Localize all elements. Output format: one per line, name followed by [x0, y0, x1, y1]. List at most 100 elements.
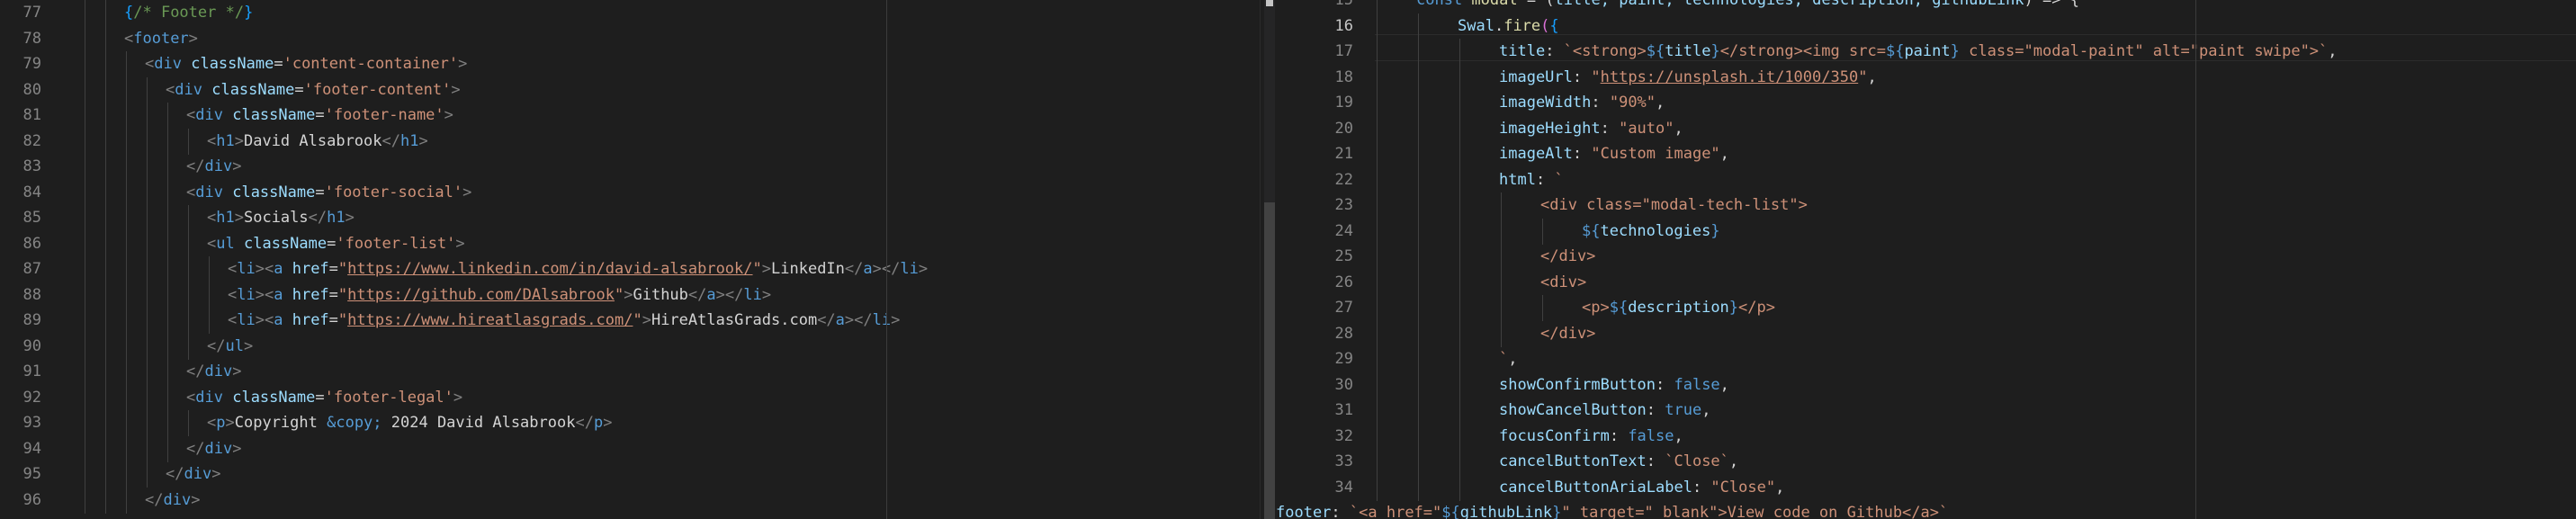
- code-token: Swal: [1458, 16, 1494, 35]
- code-token: ul: [225, 336, 244, 355]
- code-token: https://www.linkedin.com/in/david-alsabr…: [347, 260, 753, 278]
- code-line[interactable]: imageUrl: "https://unsplash.it/1000/350"…: [1499, 65, 1877, 90]
- code-line[interactable]: <div className='footer-social'>: [186, 180, 471, 205]
- code-line[interactable]: </ul>: [207, 334, 253, 359]
- indent-guide: [1459, 320, 1460, 347]
- indent-guide: [126, 103, 127, 129]
- code-line[interactable]: <h1>David Alsabrook</h1>: [207, 129, 428, 154]
- code-line[interactable]: ${technologies}: [1582, 219, 1720, 244]
- code-token: true: [1665, 401, 1702, 419]
- indent-guide: [147, 103, 148, 129]
- code-line[interactable]: {/* Footer */}: [124, 0, 253, 25]
- code-line[interactable]: `,: [1499, 346, 1518, 371]
- code-line[interactable]: <div class="modal-tech-list">: [1540, 192, 1808, 218]
- code-token: `Close`: [1665, 452, 1729, 470]
- code-line[interactable]: <li><a href="https://www.hireatlasgrads.…: [228, 308, 900, 333]
- code-line[interactable]: </div>: [1540, 244, 1595, 269]
- code-token: ,: [1674, 119, 1683, 138]
- editor-split-sash[interactable]: [1260, 0, 1277, 519]
- code-line[interactable]: <p>Copyright &copy; 2024 David Alsabrook…: [207, 410, 612, 435]
- left-scrollbar-thumb[interactable]: [1264, 202, 1275, 519]
- indent-guide: [209, 308, 210, 334]
- scroll-position-marker: [1266, 0, 1273, 6]
- code-token: a: [706, 285, 716, 304]
- code-line[interactable]: <p>${description}</p>: [1582, 295, 1775, 320]
- indent-guide: [1377, 218, 1378, 245]
- code-line[interactable]: imageWidth: "90%",: [1499, 90, 1665, 115]
- code-line[interactable]: title: `<strong>${title}</strong><img sr…: [1499, 39, 2338, 64]
- code-line[interactable]: <li><a href="https://www.linkedin.com/in…: [228, 256, 928, 282]
- indent-guide: [1418, 115, 1419, 142]
- indent-guide: [126, 410, 127, 436]
- code-line[interactable]: <ul className='footer-list'>: [207, 231, 465, 256]
- code-token: 'footer-content': [303, 80, 452, 99]
- code-token: div: [184, 465, 212, 483]
- code-line[interactable]: <div className='footer-content'>: [166, 77, 461, 103]
- indent-guide: [126, 230, 127, 257]
- code-token: a: [863, 260, 873, 278]
- code-line[interactable]: </div>: [166, 461, 220, 487]
- code-line[interactable]: </div>: [186, 436, 241, 461]
- code-line[interactable]: <li><a href="https://github.com/DAlsabro…: [228, 282, 771, 308]
- line-number: 26: [1334, 273, 1353, 291]
- right-editor-pane[interactable]: 15 16 17 18 19 20 21 22 23 24 25 26 27 28 29 30 31 32 33 34…: [1276, 0, 2576, 519]
- code-line[interactable]: cancelButtonAriaLabel: "Close",: [1499, 475, 1784, 500]
- line-number: 19: [1334, 94, 1353, 112]
- code-line[interactable]: <h1>Socials</h1>: [207, 205, 355, 230]
- code-line[interactable]: showCancelButton: true,: [1499, 398, 1710, 423]
- left-editor-pane[interactable]: 77 78 79 80 81 82 83 84 85 86 87 88 89 90 91 92 93 94 95 96…: [0, 0, 1260, 519]
- code-token: >: [234, 209, 244, 227]
- code-token: cancelButtonText: [1499, 452, 1647, 470]
- code-token: cancelButtonAriaLabel: [1499, 478, 1692, 497]
- code-token: title, paint, technologies, description,…: [1554, 0, 2024, 9]
- indent-guide: [126, 154, 127, 180]
- indent-guide: [188, 282, 189, 309]
- indent-guide: [1377, 192, 1378, 219]
- code-token: <: [186, 183, 196, 201]
- code-line[interactable]: </div>: [186, 359, 241, 384]
- code-token: ${: [1441, 504, 1460, 519]
- code-token: div: [204, 157, 233, 175]
- code-line[interactable]: <footer>: [124, 26, 198, 51]
- code-line[interactable]: cancelButtonText: `Close`,: [1499, 449, 1738, 474]
- indent-guide: [1418, 90, 1419, 116]
- code-line[interactable]: imageHeight: "auto",: [1499, 116, 1683, 141]
- code-token: </div>: [1540, 247, 1596, 265]
- indent-guide: [209, 282, 210, 309]
- code-token: https://github.com/DAlsabrook: [347, 285, 615, 304]
- code-token: </: [186, 362, 205, 380]
- code-line[interactable]: showConfirmButton: false,: [1499, 372, 1729, 398]
- code-line[interactable]: <div>: [1540, 270, 1586, 295]
- code-line[interactable]: </div>: [1540, 321, 1595, 346]
- code-line[interactable]: focusConfirm: false,: [1499, 424, 1683, 449]
- code-token: .: [1494, 16, 1504, 35]
- code-line[interactable]: imageAlt: "Custom image",: [1499, 141, 1729, 166]
- code-token: 'content-container': [283, 55, 459, 73]
- indent-guide: [1377, 0, 1378, 13]
- code-line[interactable]: html: `: [1499, 167, 1564, 192]
- code-token: <: [207, 234, 217, 253]
- code-line[interactable]: <div className='footer-name'>: [186, 103, 453, 128]
- indent-guide: [105, 308, 106, 334]
- code-token: =: [328, 285, 338, 304]
- indent-guide: [1459, 141, 1460, 167]
- code-line[interactable]: Swal.fire({: [1458, 13, 1559, 39]
- line-number: 31: [1334, 401, 1353, 419]
- code-token: >: [761, 260, 772, 278]
- indent-guide: [1418, 423, 1419, 450]
- line-number: 83: [22, 157, 41, 175]
- code-line[interactable]: <div className='footer-legal'>: [186, 385, 462, 410]
- indent-guide: [167, 384, 168, 411]
- indent-guide: [1459, 346, 1460, 372]
- code-token: :: [1646, 452, 1665, 470]
- indent-guide: [147, 435, 148, 462]
- code-line[interactable]: footer: `<a href="${githubLink}" target=…: [1276, 500, 1948, 519]
- code-line[interactable]: const modal = (title, paint, technologie…: [1416, 0, 2079, 13]
- code-token: 'footer-social': [324, 183, 463, 201]
- indent-guide: [1459, 269, 1460, 296]
- code-line[interactable]: </div>: [145, 488, 200, 513]
- code-line[interactable]: <div className='content-container'>: [145, 51, 467, 76]
- indent-guide: [167, 256, 168, 282]
- code-line[interactable]: </div>: [186, 154, 241, 179]
